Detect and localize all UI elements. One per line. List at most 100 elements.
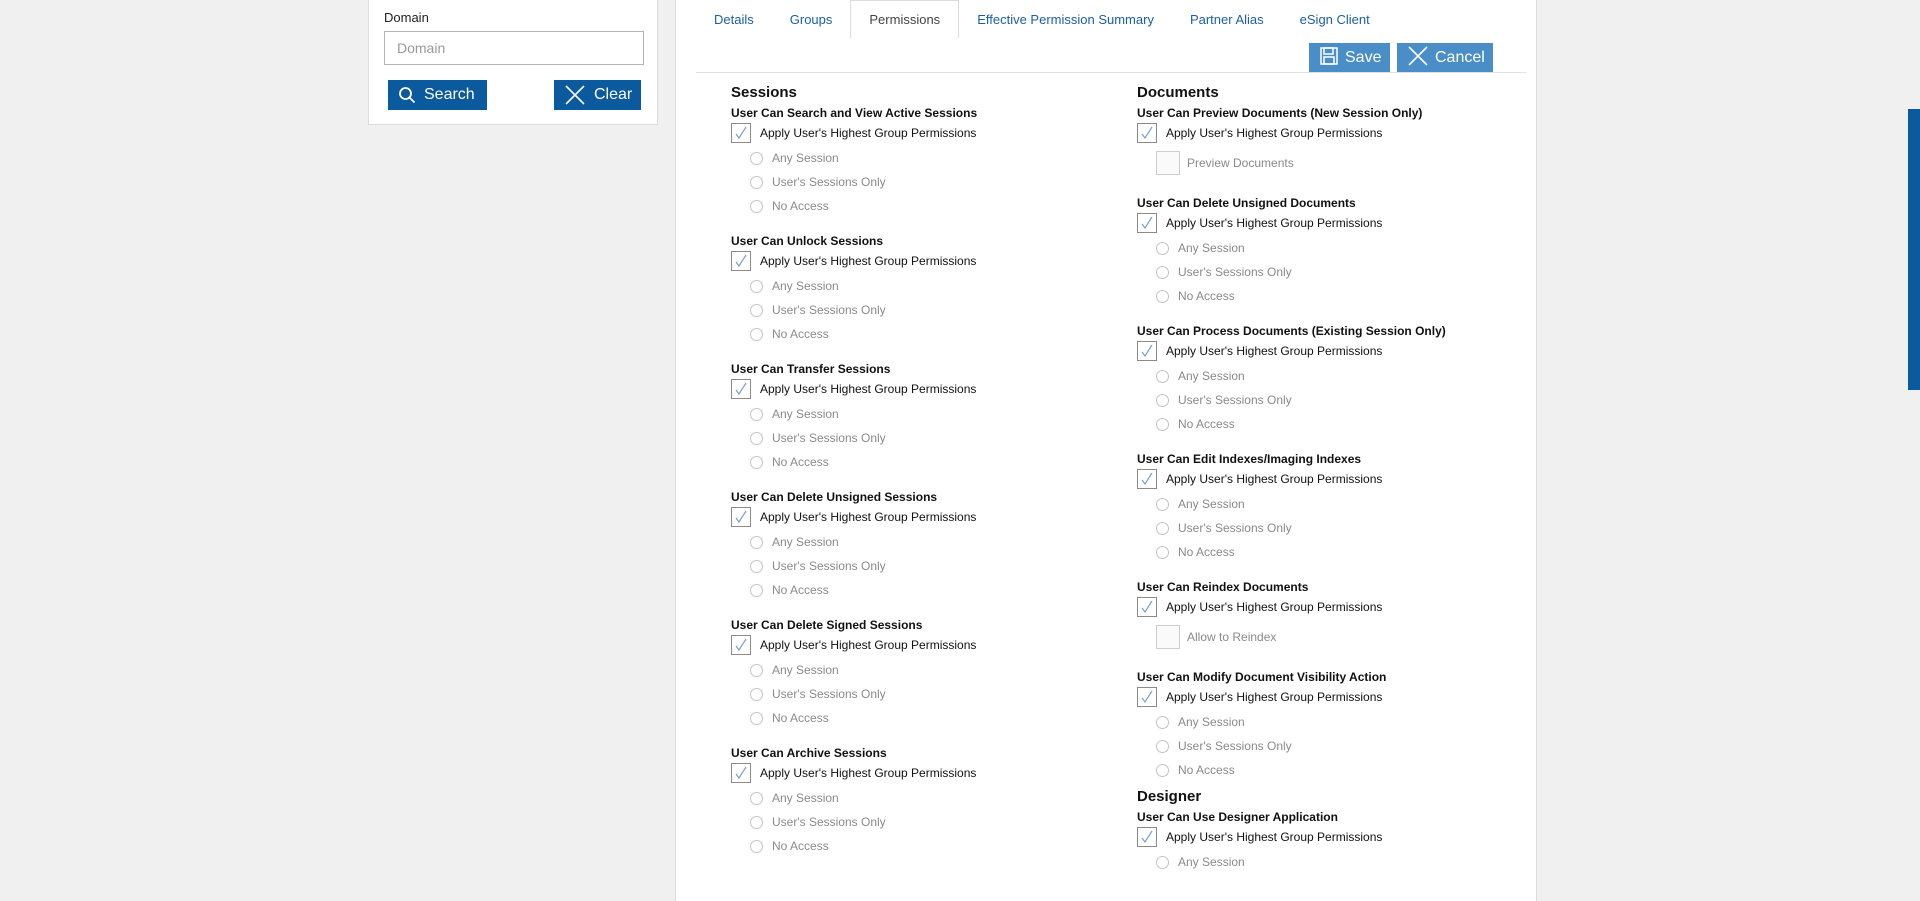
preview-documents-label: Preview Documents	[1187, 156, 1294, 170]
radio-button[interactable]	[750, 431, 763, 445]
radio-button[interactable]	[1156, 763, 1169, 777]
permission-group: User Can Process Documents (Existing Ses…	[1137, 324, 1517, 436]
apply-group-permissions-checkbox[interactable]	[731, 379, 751, 399]
radio-button[interactable]	[1156, 265, 1169, 279]
option-users-sessions-only: User's Sessions Only	[731, 170, 1111, 194]
section-title-designer: Designer	[1137, 788, 1202, 805]
radio-button[interactable]	[750, 407, 763, 421]
option-any-session: Any Session	[1137, 710, 1517, 734]
radio-button[interactable]	[750, 559, 763, 573]
radio-button[interactable]	[750, 279, 763, 293]
tab-partner-alias[interactable]: Partner Alias	[1172, 0, 1282, 39]
apply-group-permissions-checkbox[interactable]	[731, 507, 751, 527]
apply-group-permissions-checkbox[interactable]	[1137, 469, 1157, 489]
apply-group-permissions-checkbox[interactable]	[731, 635, 751, 655]
tab-groups[interactable]: Groups	[772, 0, 851, 39]
apply-group-permissions-checkbox[interactable]	[1137, 213, 1157, 233]
radio-button[interactable]	[1156, 241, 1169, 255]
apply-group-permissions-row: Apply User's Highest Group Permissions	[1137, 120, 1517, 146]
domain-input[interactable]	[384, 31, 644, 65]
search-icon	[398, 86, 416, 104]
option-label: User's Sessions Only	[1178, 265, 1292, 279]
radio-button[interactable]	[750, 663, 763, 677]
apply-group-permissions-checkbox[interactable]	[1137, 341, 1157, 361]
radio-button[interactable]	[750, 455, 763, 469]
apply-group-permissions-label: Apply User's Highest Group Permissions	[1166, 216, 1383, 230]
radio-button[interactable]	[750, 687, 763, 701]
option-label: No Access	[1178, 545, 1235, 559]
option-no-access: No Access	[731, 834, 1111, 858]
radio-button[interactable]	[750, 199, 763, 213]
option-any-session: Any Session	[731, 530, 1111, 554]
checkmark-icon	[735, 510, 747, 524]
radio-button[interactable]	[750, 327, 763, 341]
option-any-session: Any Session	[1137, 236, 1517, 260]
apply-group-permissions-label: Apply User's Highest Group Permissions	[760, 126, 977, 140]
close-icon	[564, 84, 586, 106]
apply-group-permissions-checkbox[interactable]	[731, 763, 751, 783]
apply-group-permissions-checkbox[interactable]	[731, 123, 751, 143]
apply-group-permissions-row: Apply User's Highest Group Permissions	[1137, 466, 1517, 492]
section-title-sessions: Sessions	[731, 84, 797, 101]
radio-button[interactable]	[1156, 369, 1169, 383]
apply-group-permissions-checkbox[interactable]	[1137, 597, 1157, 617]
tab-esign-client[interactable]: eSign Client	[1282, 0, 1388, 39]
allow-to-reindex-checkbox[interactable]	[1156, 625, 1180, 649]
option-any-session: Any Session	[1137, 492, 1517, 516]
permission-group: User Can Use Designer Application Apply …	[1137, 810, 1517, 874]
radio-button[interactable]	[1156, 545, 1169, 559]
option-users-sessions-only: User's Sessions Only	[731, 298, 1111, 322]
tab-permissions[interactable]: Permissions	[850, 0, 960, 39]
radio-button[interactable]	[1156, 417, 1169, 431]
tab-effective-permission-summary[interactable]: Effective Permission Summary	[959, 0, 1172, 39]
radio-button[interactable]	[750, 303, 763, 317]
option-label: Any Session	[1178, 855, 1245, 869]
search-button[interactable]: Search	[388, 80, 487, 110]
permission-title: User Can Delete Unsigned Sessions	[731, 490, 938, 504]
option-label: User's Sessions Only	[1178, 739, 1292, 753]
sessions-section: Sessions User Can Search and View Active…	[731, 84, 1111, 858]
radio-button[interactable]	[750, 583, 763, 597]
radio-button[interactable]	[750, 535, 763, 549]
radio-button[interactable]	[750, 151, 763, 165]
checkmark-icon	[735, 126, 747, 140]
checkmark-icon	[735, 638, 747, 652]
apply-group-permissions-checkbox[interactable]	[1137, 827, 1157, 847]
permission-group: User Can Delete Unsigned Sessions Apply …	[731, 490, 1111, 602]
permission-group: User Can Modify Document Visibility Acti…	[1137, 670, 1517, 782]
radio-button[interactable]	[1156, 497, 1169, 511]
checkmark-icon	[1141, 690, 1153, 704]
apply-group-permissions-checkbox[interactable]	[1137, 123, 1157, 143]
checkmark-icon	[1141, 600, 1153, 614]
apply-group-permissions-row: Apply User's Highest Group Permissions	[731, 120, 1111, 146]
option-label: Any Session	[772, 279, 839, 293]
radio-button[interactable]	[750, 791, 763, 805]
option-label: No Access	[772, 583, 829, 597]
apply-group-permissions-row: Apply User's Highest Group Permissions	[1137, 684, 1517, 710]
radio-button[interactable]	[1156, 715, 1169, 729]
preview-documents-checkbox[interactable]	[1156, 151, 1180, 175]
scrollbar-thumb[interactable]	[1908, 109, 1920, 390]
radio-button[interactable]	[1156, 521, 1169, 535]
radio-button[interactable]	[750, 839, 763, 853]
radio-button[interactable]	[1156, 393, 1169, 407]
apply-group-permissions-label: Apply User's Highest Group Permissions	[760, 638, 977, 652]
option-label: User's Sessions Only	[772, 559, 886, 573]
radio-button[interactable]	[750, 175, 763, 189]
radio-button[interactable]	[1156, 289, 1169, 303]
domain-label: Domain	[384, 10, 429, 25]
apply-group-permissions-row: Apply User's Highest Group Permissions	[731, 632, 1111, 658]
option-any-session: Any Session	[731, 658, 1111, 682]
radio-button[interactable]	[1156, 739, 1169, 753]
permission-group: User Can Unlock Sessions Apply User's Hi…	[731, 234, 1111, 346]
save-button[interactable]: Save	[1309, 43, 1390, 73]
apply-group-permissions-checkbox[interactable]	[731, 251, 751, 271]
apply-group-permissions-checkbox[interactable]	[1137, 687, 1157, 707]
radio-button[interactable]	[1156, 855, 1169, 869]
option-label: Any Session	[772, 151, 839, 165]
cancel-button[interactable]: Cancel	[1397, 43, 1493, 73]
tab-details[interactable]: Details	[696, 0, 772, 39]
clear-button[interactable]: Clear	[554, 80, 641, 110]
radio-button[interactable]	[750, 815, 763, 829]
radio-button[interactable]	[750, 711, 763, 725]
